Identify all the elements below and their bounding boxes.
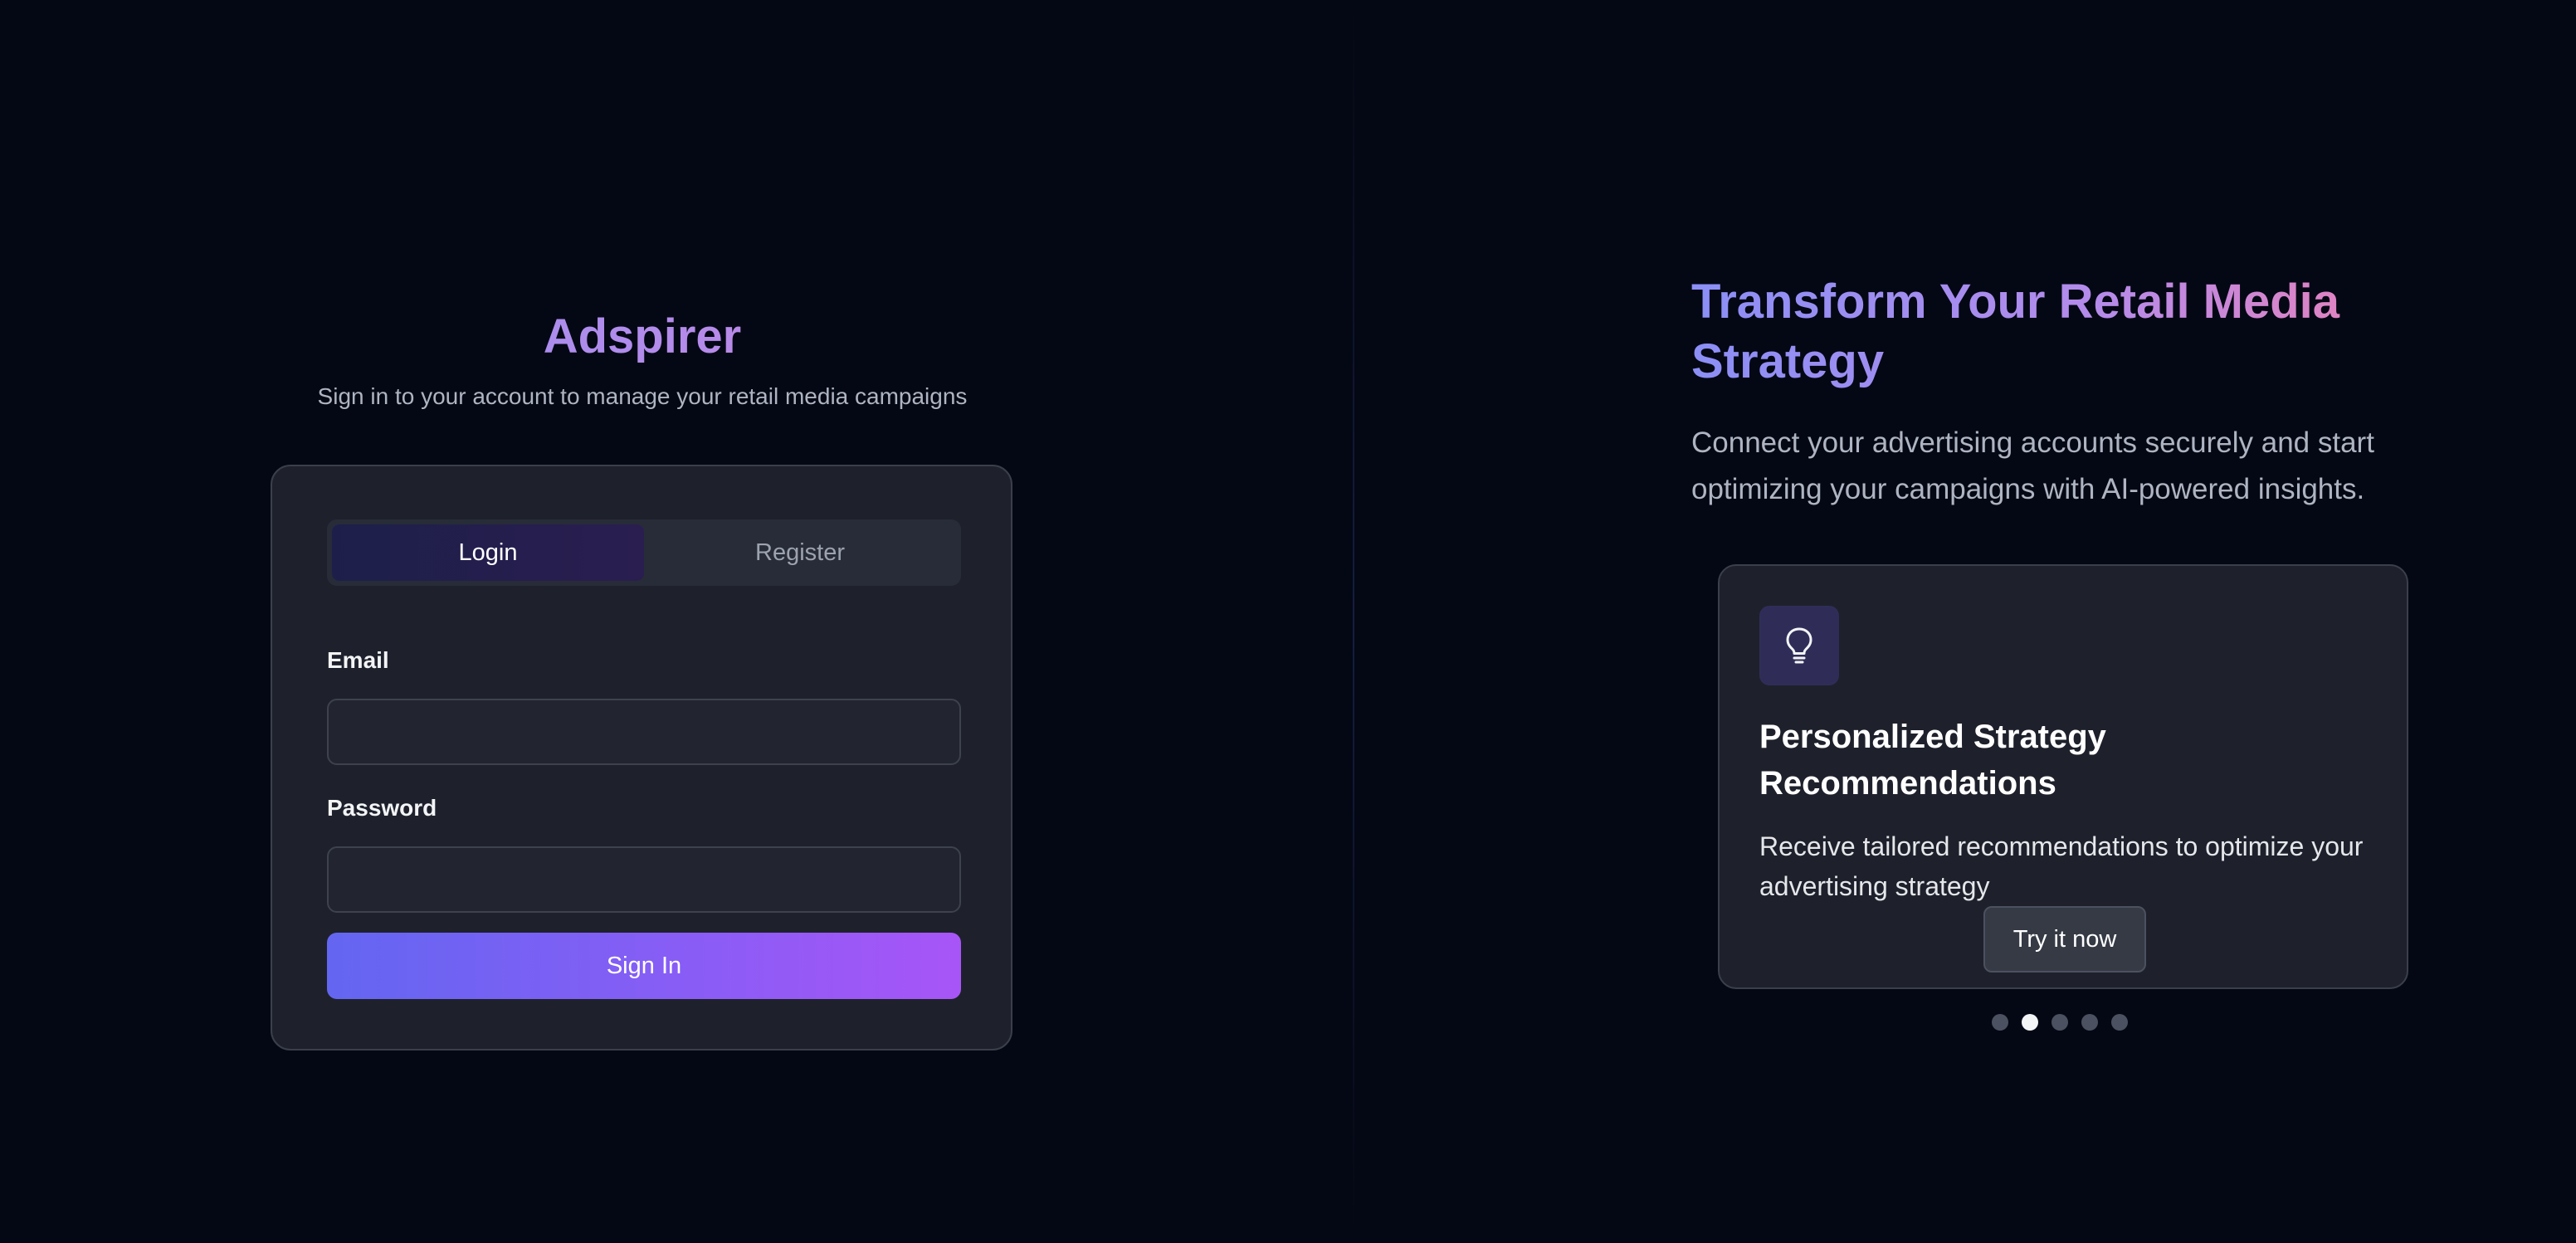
try-it-now-button[interactable]: Try it now	[1983, 906, 2146, 972]
feature-card: Personalized Strategy Recommendations Re…	[1718, 564, 2408, 989]
login-subtitle: Sign in to your account to manage your r…	[317, 383, 968, 409]
carousel-dot[interactable]	[2111, 1014, 2128, 1031]
email-label: Email	[327, 647, 389, 673]
carousel-dot[interactable]	[2052, 1014, 2068, 1031]
login-card: Login Register Email Password Sign In	[271, 465, 1012, 1050]
password-label: Password	[327, 795, 437, 821]
panel-divider	[1353, 0, 1354, 1243]
hero-title: Transform Your Retail Media Strategy	[1691, 272, 2438, 392]
feature-description: Receive tailored recommendations to opti…	[1759, 831, 2364, 901]
tab-register[interactable]: Register	[644, 524, 956, 581]
tab-login[interactable]: Login	[332, 524, 644, 581]
carousel-dot[interactable]	[1992, 1014, 2008, 1031]
sign-in-button[interactable]: Sign In	[327, 933, 961, 999]
lightbulb-icon	[1759, 606, 1839, 685]
auth-tabs: Login Register	[327, 519, 961, 586]
password-field[interactable]	[327, 846, 961, 913]
carousel-dots	[1992, 1014, 2128, 1031]
carousel-dot[interactable]	[2081, 1014, 2098, 1031]
feature-title: Personalized Strategy Recommendations	[1759, 719, 2106, 802]
email-field[interactable]	[327, 699, 961, 765]
hero-description: Connect your advertising accounts secure…	[1691, 427, 2374, 505]
brand-logo-text: Adspirer	[0, 307, 1285, 367]
carousel-dot-active[interactable]	[2022, 1014, 2038, 1031]
